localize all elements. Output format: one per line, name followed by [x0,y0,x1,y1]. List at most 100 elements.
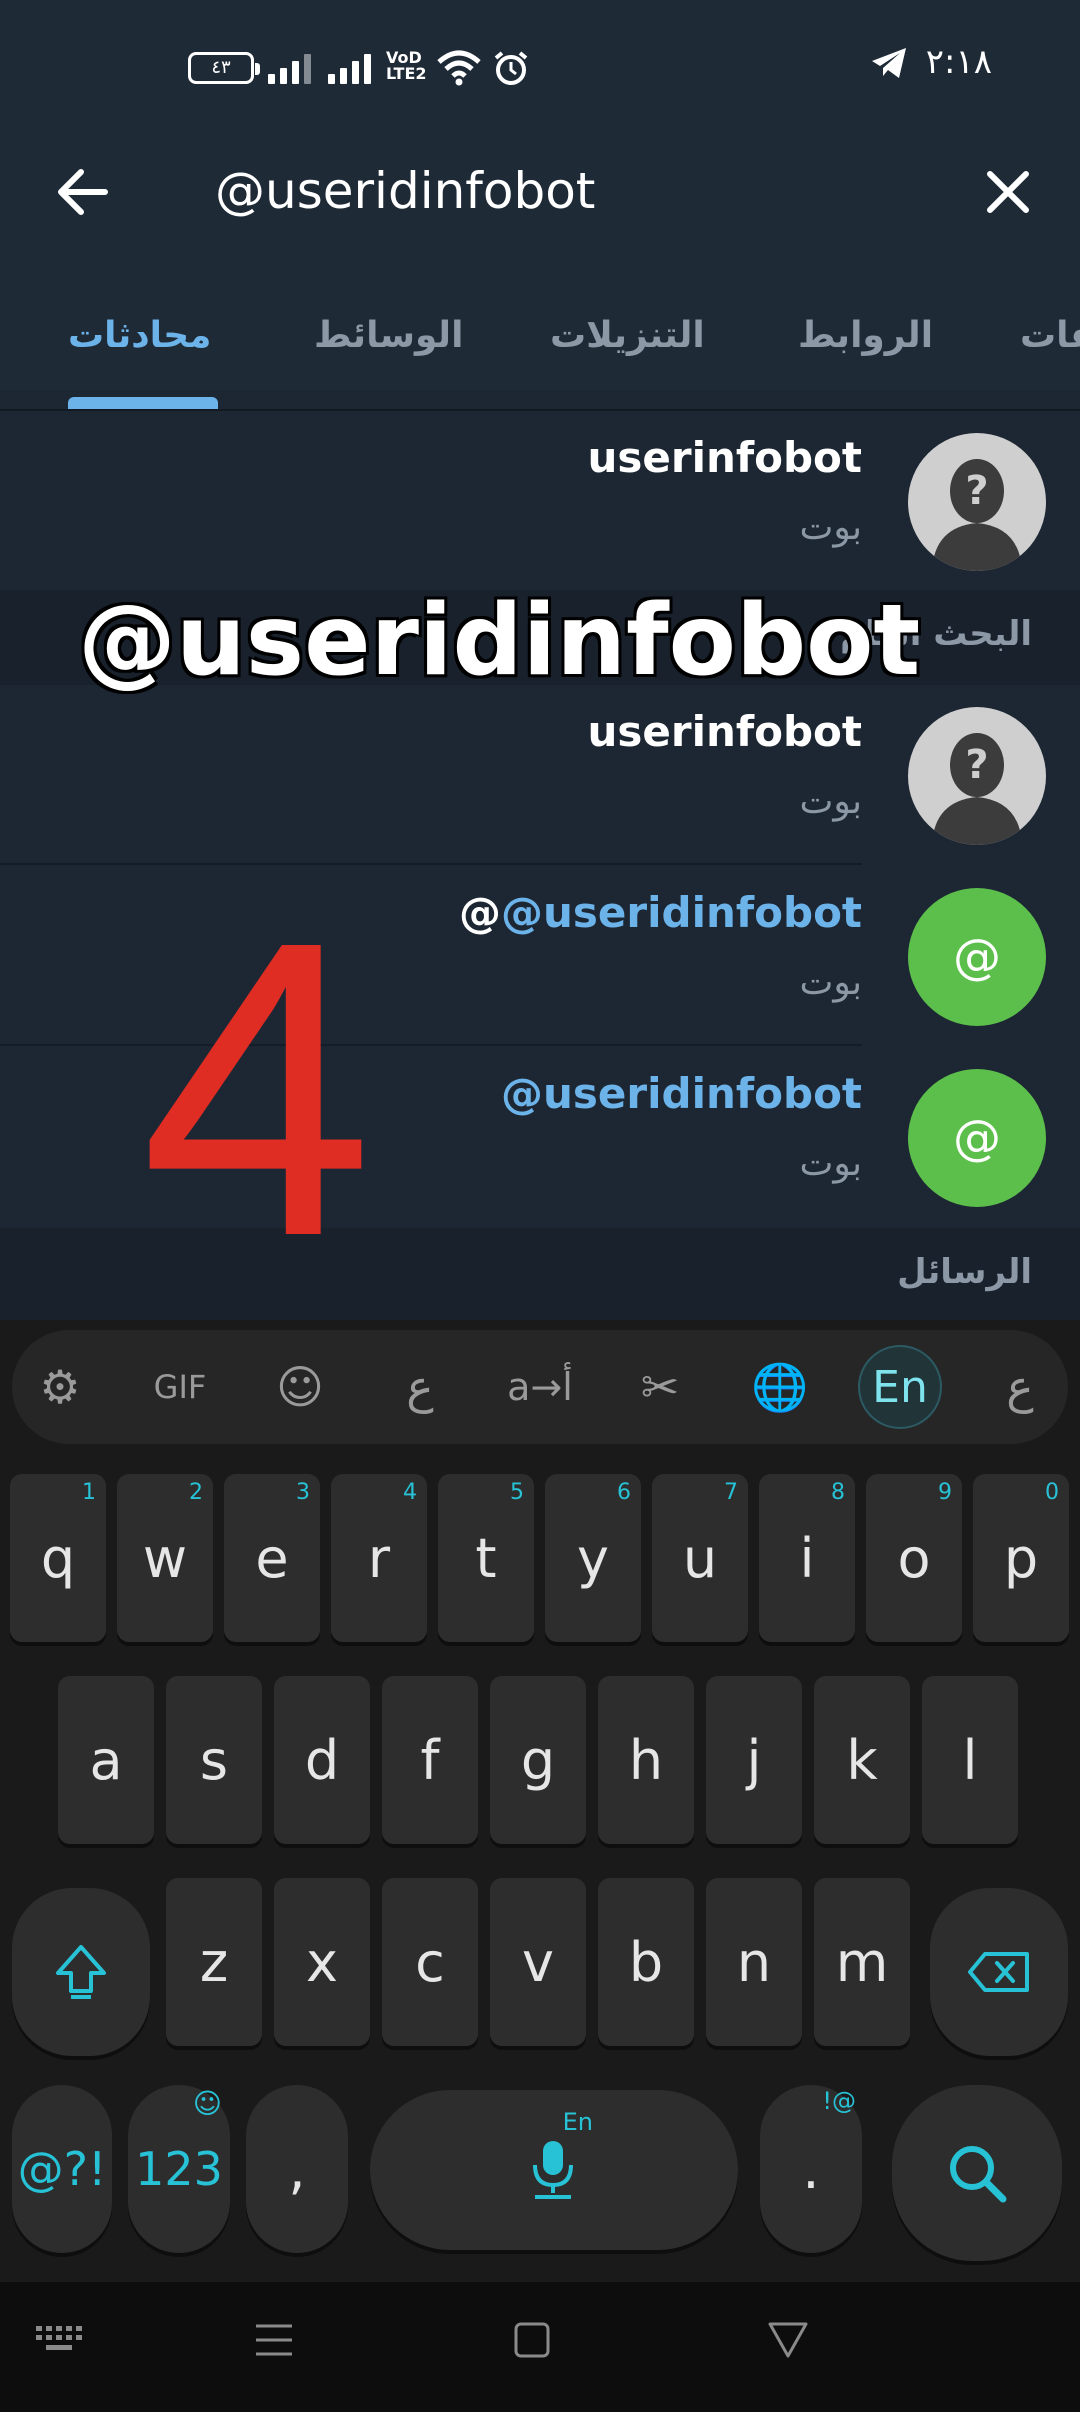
key-m[interactable]: m [814,1878,910,2046]
key-label: e [255,1526,289,1590]
tab-chats[interactable]: محادثات [68,315,211,356]
tab-bar: محادثات الوسائط التنزيلات الروابط ملفات [0,290,1080,410]
battery-icon: ٤٣ [188,52,260,84]
key-o[interactable]: 9o [866,1474,962,1642]
search-input[interactable]: @useridinfobot [215,162,595,220]
period-hint: !@ [822,2087,856,2115]
wifi-icon [437,50,481,86]
key-h[interactable]: h [598,1676,694,1844]
status-bar: ٤٣ VoD LTE2 ٢:١٨ [0,0,1080,135]
key-u[interactable]: 7u [652,1474,748,1642]
menu-icon[interactable] [254,2320,294,2360]
emoji-hint-icon: ☺ [192,2087,222,2120]
key-number-hint: 8 [831,1480,845,1505]
space-key[interactable]: En [370,2090,738,2250]
avatar-letter: @ [953,1110,1001,1166]
step-number: 4 [140,855,374,1324]
key-s[interactable]: s [166,1676,262,1844]
key-j[interactable]: j [706,1676,802,1844]
tab-downloads[interactable]: التنزيلات [550,315,705,356]
at-avatar-icon: @ [908,888,1046,1026]
row-divider [0,863,862,865]
key-label: . [802,2137,820,2201]
search-key[interactable] [892,2085,1062,2261]
key-number-hint: 4 [403,1480,417,1505]
key-label: u [682,1526,718,1590]
result-title: @useridinfobot [501,1069,862,1118]
key-x[interactable]: x [274,1878,370,2046]
key-z[interactable]: z [166,1878,262,2046]
title-link: @useridinfobot [501,1069,862,1118]
globe-icon[interactable]: 🌐 [738,1345,822,1429]
close-icon[interactable] [984,168,1032,216]
key-b[interactable]: b [598,1878,694,2046]
row-divider [0,1044,862,1046]
symbols-key[interactable]: @?! [12,2085,112,2253]
key-a[interactable]: a [58,1676,154,1844]
key-label: i [799,1526,815,1590]
signal-icon [268,52,311,84]
key-e[interactable]: 3e [224,1474,320,1642]
translate-icon[interactable]: a→أ [498,1345,582,1429]
result-row-userinfobot[interactable]: userinfobot بوت ? [0,411,1080,591]
telegram-icon [872,48,906,78]
key-number-hint: 1 [82,1480,96,1505]
key-number-hint: 3 [296,1480,310,1505]
key-p[interactable]: 0p [973,1474,1069,1642]
handwriting-icon[interactable]: ع [378,1345,462,1429]
unknown-user-avatar-icon: ? [908,433,1046,571]
result-title: userinfobot [587,433,862,482]
result-subtitle: بوت [799,1143,862,1184]
unknown-user-avatar-icon: ? [908,707,1046,845]
key-number-hint: 9 [938,1480,952,1505]
home-icon[interactable] [512,2320,552,2360]
clipboard-icon[interactable]: ✂ [618,1345,702,1429]
key-c[interactable]: c [382,1878,478,2046]
shift-icon [56,1945,106,1999]
keyboard-icon[interactable] [34,2322,84,2356]
key-label: p [1003,1526,1039,1590]
tab-media[interactable]: الوسائط [314,315,463,356]
key-v[interactable]: v [490,1878,586,2046]
gif-icon[interactable]: GIF [138,1345,222,1429]
key-t[interactable]: 5t [438,1474,534,1642]
title-link: @useridinfobot [501,888,862,937]
key-q[interactable]: 1q [10,1474,106,1642]
key-number-hint: 5 [510,1480,524,1505]
key-label: t [475,1526,497,1590]
key-f[interactable]: f [382,1676,478,1844]
comma-key[interactable]: , [246,2085,348,2253]
status-time: ٢:١٨ [925,42,992,82]
backspace-key[interactable] [930,1888,1068,2056]
key-l[interactable]: l [922,1676,1018,1844]
key-label: o [897,1526,931,1590]
result-subtitle: بوت [799,781,862,822]
tab-links[interactable]: الروابط [798,315,933,356]
settings-icon[interactable]: ⚙ [18,1345,102,1429]
period-key[interactable]: !@. [760,2085,862,2253]
at-avatar-icon: @ [908,1069,1046,1207]
key-g[interactable]: g [490,1676,586,1844]
key-label: y [577,1526,609,1590]
arrow-left-icon[interactable] [55,164,111,220]
emoji-icon[interactable]: ☺ [258,1345,342,1429]
key-w[interactable]: 2w [117,1474,213,1642]
back-triangle-icon[interactable] [766,2320,810,2360]
result-row-userinfobot-public[interactable]: userinfobot بوت ? [0,685,1080,865]
key-d[interactable]: d [274,1676,370,1844]
key-n[interactable]: n [706,1878,802,2046]
language-en-button[interactable]: En [858,1345,942,1429]
tab-files[interactable]: ملفات [1020,315,1080,356]
key-k[interactable]: k [814,1676,910,1844]
key-r[interactable]: 4r [331,1474,427,1642]
result-subtitle: بوت [799,962,862,1003]
overlay-caption: @useridinfobot [78,584,921,698]
language-ar-button[interactable]: ع [978,1345,1062,1429]
alarm-icon [494,51,528,85]
key-i[interactable]: 8i [759,1474,855,1642]
title-prefix: @ [459,888,502,937]
shift-key[interactable] [12,1888,150,2056]
key-y[interactable]: 6y [545,1474,641,1642]
numbers-key[interactable]: ☺ 123 [128,2085,230,2253]
section-title: الرسائل [897,1252,1032,1292]
